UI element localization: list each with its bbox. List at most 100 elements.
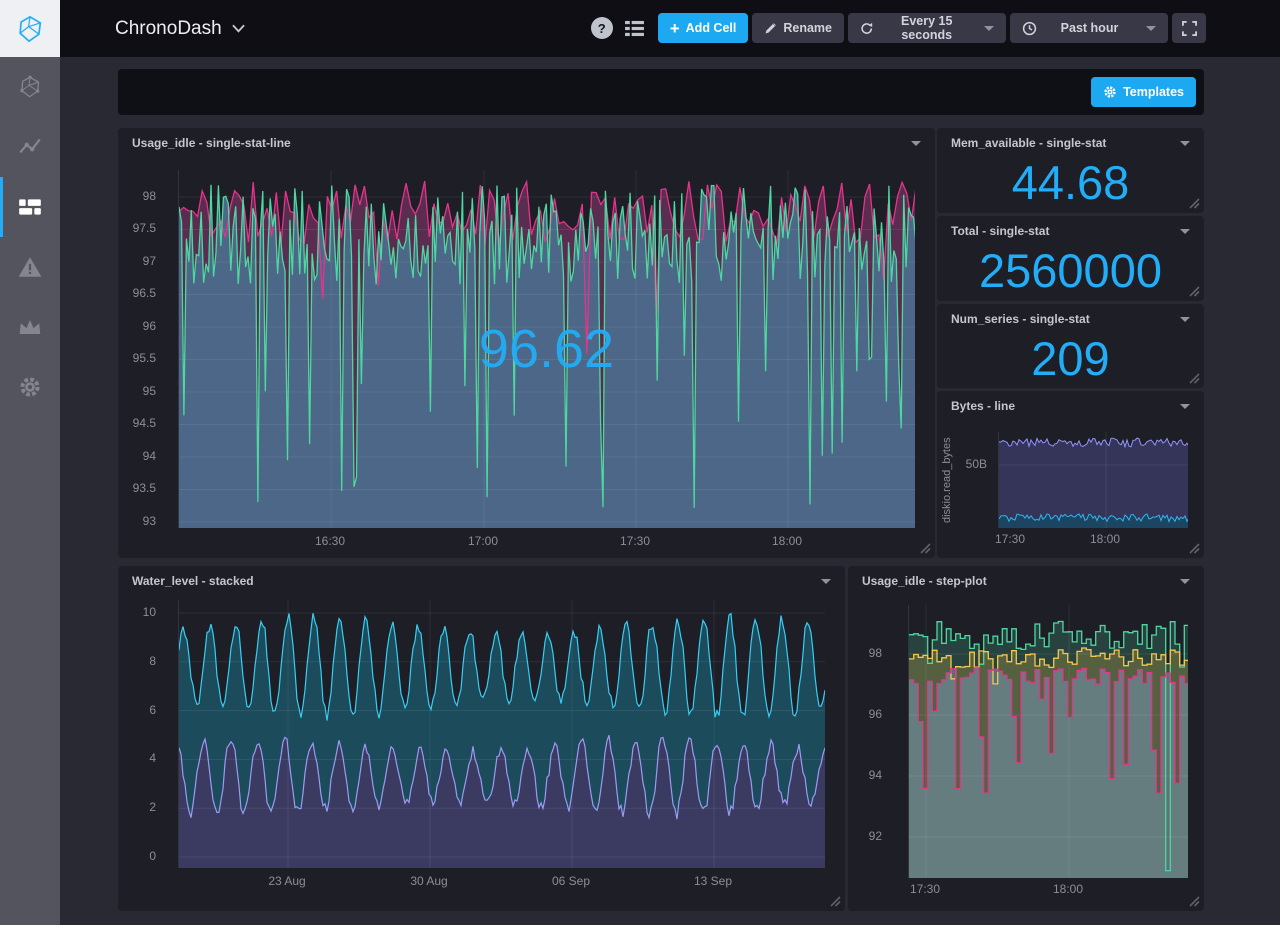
water-level-chart[interactable] — [178, 600, 825, 868]
x-axis-labels: 17:3018:00 — [998, 532, 1188, 550]
help-button[interactable]: ? — [591, 17, 613, 39]
sidebar-item-hosts[interactable] — [0, 57, 60, 117]
cell-header[interactable]: Bytes - line — [937, 391, 1204, 421]
list-icon — [625, 20, 644, 37]
sidebar-item-alerts[interactable] — [0, 237, 60, 297]
cell-menu-caret-icon[interactable] — [1180, 579, 1190, 584]
topbar-actions: ? + Add Cell Rename Every 15 se — [591, 13, 1206, 43]
template-variables-bar: Templates — [118, 69, 1204, 115]
gear-icon — [17, 374, 43, 400]
templates-label: Templates — [1123, 85, 1184, 99]
resize-handle-icon[interactable] — [1188, 542, 1200, 554]
x-axis-labels: 23 Aug30 Aug06 Sep13 Sep — [178, 874, 825, 892]
resize-handle-icon[interactable] — [829, 895, 841, 907]
y-tick-label: 95 — [143, 384, 156, 398]
usage-idle-step-chart[interactable] — [908, 605, 1188, 878]
resize-handle-icon[interactable] — [1188, 285, 1200, 297]
single-stat-value: 2560000 — [945, 244, 1196, 297]
sidebar-item-dashboards[interactable] — [0, 177, 60, 237]
sidebar-item-data-explorer[interactable] — [0, 117, 60, 177]
y-tick-label: 95.5 — [133, 351, 156, 365]
cell-header[interactable]: Usage_idle - single-stat-line — [118, 128, 935, 158]
x-tick-label: 17:30 — [910, 882, 940, 896]
sidebar — [0, 57, 60, 925]
y-tick-label: 8 — [149, 654, 156, 668]
y-tick-label: 4 — [149, 751, 156, 765]
cell-menu-caret-icon[interactable] — [1180, 141, 1190, 146]
single-stat-value: 44.68 — [945, 156, 1196, 209]
x-axis-labels: 17:30 18:00 — [908, 882, 1188, 900]
cell-menu-caret-icon[interactable] — [1180, 317, 1190, 322]
y-tick-label: 98 — [869, 646, 882, 660]
y-tick-label: 98 — [143, 189, 156, 203]
question-mark-icon: ? — [598, 21, 606, 36]
graph-line-icon — [17, 134, 43, 160]
y-tick-label: 96 — [143, 319, 156, 333]
x-tick-label: 16:30 — [315, 534, 345, 548]
chronograf-logo[interactable] — [0, 0, 60, 57]
sidebar-item-settings[interactable] — [0, 357, 60, 417]
cell-title: Total - single-stat — [951, 224, 1049, 238]
y-tick-label: 97.5 — [133, 221, 156, 235]
x-tick-label: 23 Aug — [268, 874, 305, 888]
cell-header[interactable]: Num_series - single-stat — [937, 304, 1204, 334]
cell-title: Usage_idle - step-plot — [862, 574, 987, 588]
resize-handle-icon[interactable] — [919, 542, 931, 554]
x-tick-label: 17:30 — [620, 534, 650, 548]
cell-header[interactable]: Usage_idle - step-plot — [848, 566, 1204, 596]
x-tick-label: 18:00 — [1090, 532, 1120, 546]
cell-title: Water_level - stacked — [132, 574, 254, 588]
rename-button[interactable]: Rename — [752, 13, 844, 43]
resize-handle-icon[interactable] — [1188, 372, 1200, 384]
cell-menu-caret-icon[interactable] — [1180, 229, 1190, 234]
autorefresh-label: Every 15 seconds — [879, 14, 974, 42]
cell-menu-caret-icon[interactable] — [1180, 404, 1190, 409]
usage-idle-line-chart[interactable] — [178, 170, 915, 528]
y-tick-label: 0 — [149, 849, 156, 863]
cell-mem-available: Mem_available - single-stat 44.68 — [937, 128, 1204, 213]
cell-bytes-line: Bytes - line diskio.read_bytes 50B 17:30… — [937, 391, 1204, 558]
resize-handle-icon[interactable] — [1188, 197, 1200, 209]
time-range-label: Past hour — [1061, 21, 1119, 35]
cell-usage-idle-line: Usage_idle - single-stat-line 9393.59494… — [118, 128, 935, 558]
dashboard-body: Templates Usage_idle - single-stat-line … — [60, 57, 1280, 925]
single-stat-value: 209 — [945, 332, 1196, 384]
cell-title: Bytes - line — [951, 399, 1015, 413]
hosts-icon — [17, 74, 43, 100]
dashboard-title-dropdown[interactable]: ChronoDash — [115, 0, 245, 57]
chronograf-logo-icon — [15, 14, 45, 44]
rename-label: Rename — [783, 21, 832, 35]
graph-list-toggle-button[interactable] — [625, 20, 644, 37]
gear-icon — [1103, 85, 1117, 99]
clock-icon — [1022, 21, 1037, 36]
y-axis-labels: 92949698 — [848, 605, 888, 878]
caret-down-icon — [984, 26, 994, 31]
add-cell-button[interactable]: + Add Cell — [658, 13, 749, 43]
y-tick-label: 94 — [869, 768, 882, 782]
bytes-line-chart[interactable] — [998, 432, 1188, 528]
x-tick-label: 18:00 — [1053, 882, 1083, 896]
y-tick-label: 10 — [143, 605, 156, 619]
sidebar-item-admin[interactable] — [0, 297, 60, 357]
cell-header[interactable]: Water_level - stacked — [118, 566, 845, 596]
cell-header[interactable]: Mem_available - single-stat — [937, 128, 1204, 158]
pencil-icon — [764, 22, 777, 35]
y-tick-label: 93 — [143, 514, 156, 528]
y-axis-labels: 0246810 — [118, 600, 162, 868]
cell-menu-caret-icon[interactable] — [911, 141, 921, 146]
resize-handle-icon[interactable] — [1188, 895, 1200, 907]
autorefresh-dropdown[interactable]: Every 15 seconds — [848, 13, 1006, 43]
x-tick-label: 13 Sep — [694, 874, 732, 888]
y-axis-labels: 50B — [957, 432, 993, 528]
alert-triangle-icon — [17, 254, 43, 280]
topbar: ChronoDash ? + Add Cell Rename — [0, 0, 1280, 57]
templates-button[interactable]: Templates — [1091, 77, 1196, 107]
cell-header[interactable]: Total - single-stat — [937, 216, 1204, 246]
cell-menu-caret-icon[interactable] — [821, 579, 831, 584]
dashboards-icon — [17, 194, 43, 220]
cell-title: Num_series - single-stat — [951, 312, 1090, 326]
y-tick-label: 97 — [143, 254, 156, 268]
presentation-mode-button[interactable] — [1172, 13, 1206, 43]
y-tick-label: 96 — [869, 707, 882, 721]
time-range-dropdown[interactable]: Past hour — [1010, 13, 1168, 43]
